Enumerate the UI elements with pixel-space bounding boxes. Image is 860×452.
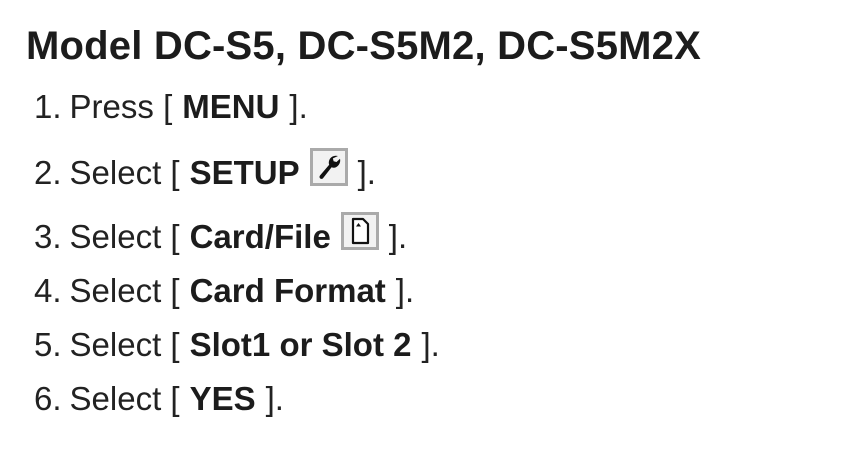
step-verb: Select xyxy=(69,380,162,417)
bracket-close: ]. xyxy=(421,326,440,363)
bracket-open: [ xyxy=(170,272,180,309)
step-1: 1. Press [MENU]. xyxy=(34,88,860,126)
bracket-open: [ xyxy=(170,218,180,255)
bracket-close: ]. xyxy=(357,154,376,191)
step-number: 4. xyxy=(34,272,62,309)
steps-list: 1. Press [MENU]. 2. Select [SETUP ]. 3. … xyxy=(26,88,860,418)
step-number: 5. xyxy=(34,326,62,363)
step-verb: Select xyxy=(69,218,162,255)
step-key: MENU xyxy=(182,88,280,125)
step-key: Card Format xyxy=(189,272,386,309)
bracket-close: ]. xyxy=(289,88,308,125)
bracket-open: [ xyxy=(170,326,180,363)
bracket-close: ]. xyxy=(388,218,408,255)
step-6: 6. Select [YES]. xyxy=(34,380,860,418)
step-key: Slot1 or Slot 2 xyxy=(189,326,412,363)
wrench-icon xyxy=(309,148,348,186)
step-2: 2. Select [SETUP ]. xyxy=(34,148,860,192)
step-key: Card/File xyxy=(189,218,331,255)
instructions-page: Model DC-S5, DC-S5M2, DC-S5M2X 1. Press … xyxy=(0,0,860,452)
step-5: 5. Select [Slot1 or Slot 2]. xyxy=(34,326,860,364)
step-verb: Select xyxy=(69,272,162,309)
step-key: SETUP xyxy=(189,154,300,191)
bracket-close: ]. xyxy=(395,272,415,309)
bracket-open: [ xyxy=(163,88,173,125)
step-key: YES xyxy=(189,380,256,417)
step-number: 2. xyxy=(34,154,62,191)
step-number: 6. xyxy=(34,380,62,417)
memory-card-icon xyxy=(340,212,379,250)
step-4: 4. Select [Card Format]. xyxy=(34,272,860,310)
step-verb: Press xyxy=(69,88,154,125)
page-title: Model DC-S5, DC-S5M2, DC-S5M2X xyxy=(26,24,701,68)
bracket-close: ]. xyxy=(265,380,284,417)
step-3: 3. Select [Card/File ]. xyxy=(34,212,860,256)
bracket-open: [ xyxy=(170,380,180,417)
step-number: 1. xyxy=(34,88,62,125)
bracket-open: [ xyxy=(170,154,180,191)
step-verb: Select xyxy=(69,326,162,363)
step-number: 3. xyxy=(34,218,62,255)
step-verb: Select xyxy=(69,154,162,191)
